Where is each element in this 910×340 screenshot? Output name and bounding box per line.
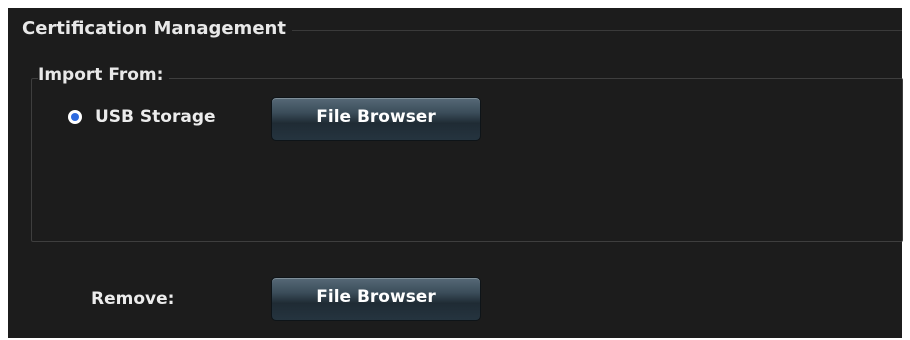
import-file-browser-label: File Browser <box>316 107 436 127</box>
remove-file-browser-button[interactable]: File Browser <box>271 277 481 321</box>
usb-storage-option[interactable]: USB Storage <box>68 107 216 127</box>
certification-management-panel: Certification Management Import From: US… <box>8 8 903 338</box>
import-from-title: Import From: <box>38 65 170 85</box>
group-title: Certification Management <box>22 18 292 39</box>
radio-selected-dot <box>71 113 79 121</box>
import-file-browser-button[interactable]: File Browser <box>271 97 481 141</box>
usb-storage-radio[interactable] <box>68 110 82 124</box>
usb-storage-label: USB Storage <box>95 107 216 127</box>
remove-file-browser-label: File Browser <box>316 287 436 307</box>
remove-label: Remove: <box>91 289 175 309</box>
